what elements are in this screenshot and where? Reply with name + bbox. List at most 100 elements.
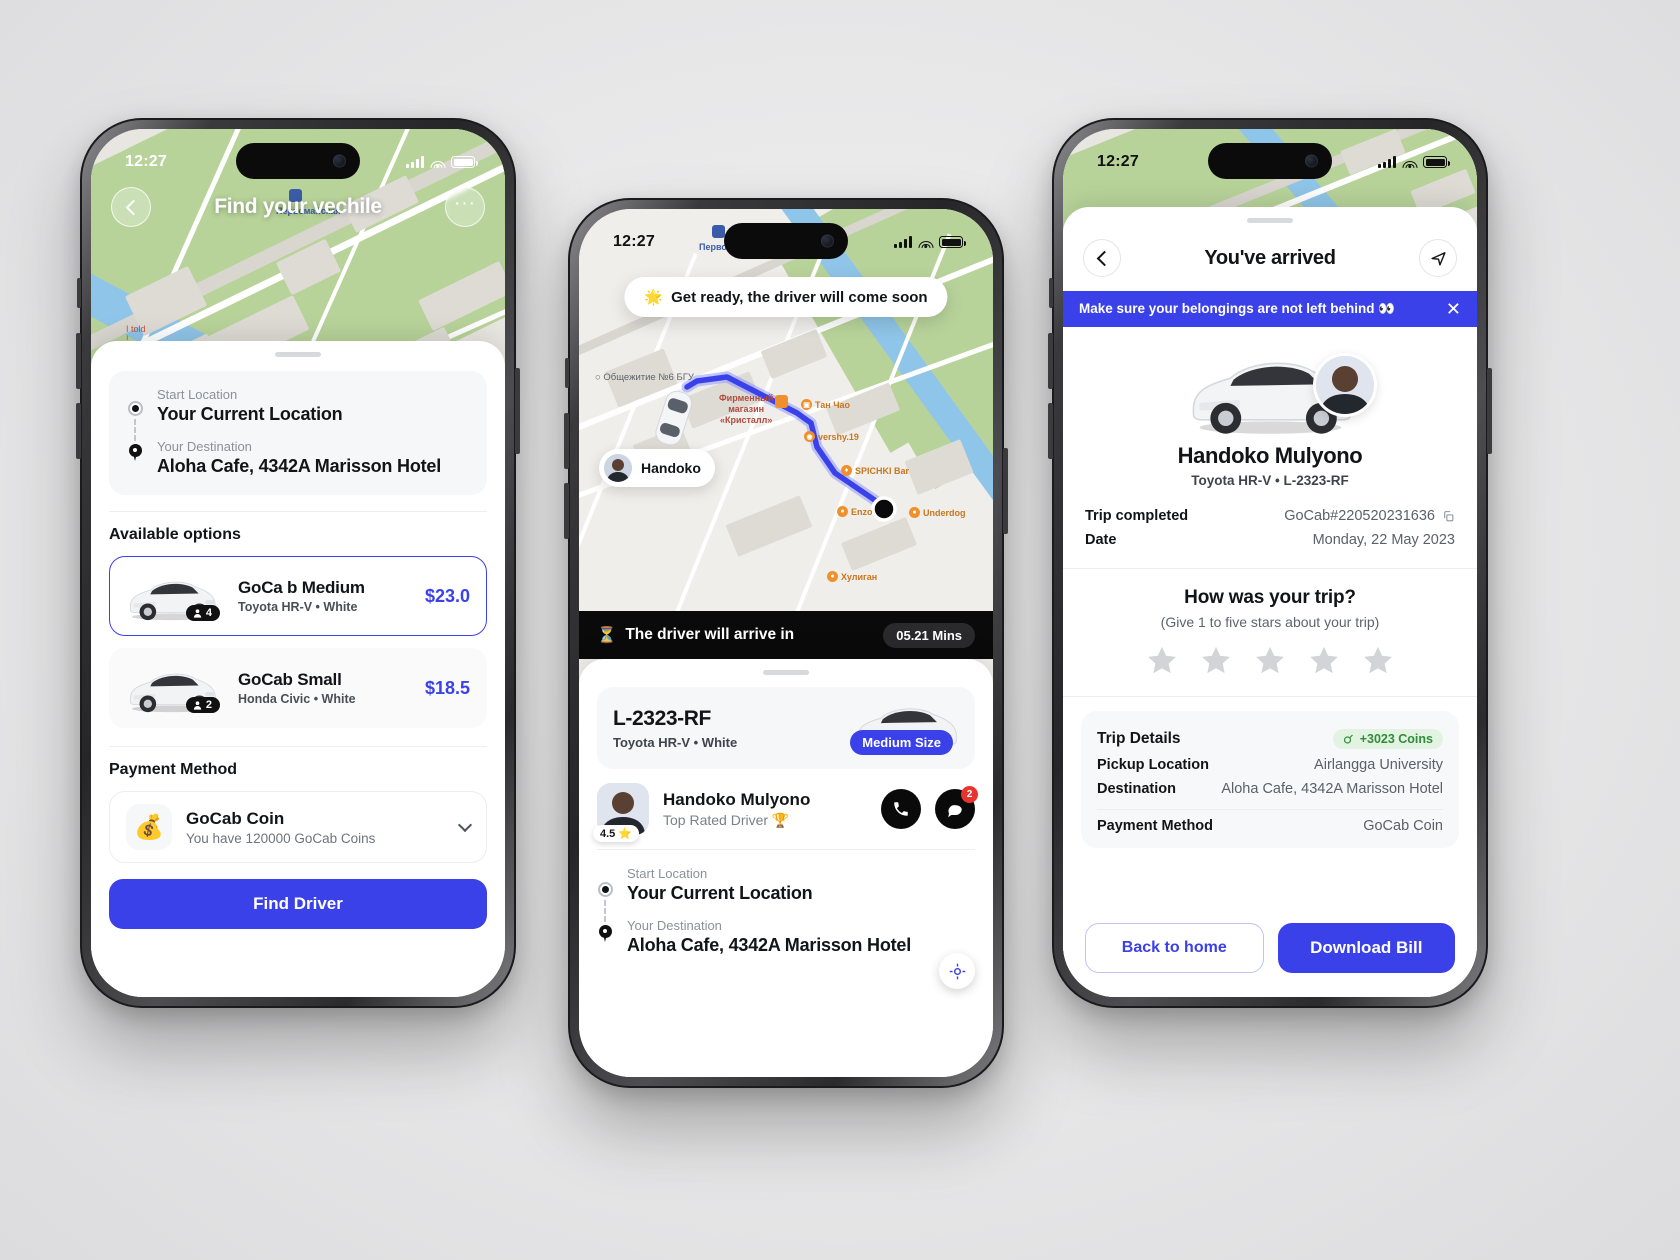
star-icon-5[interactable] xyxy=(1361,644,1395,678)
volume-down-button[interactable] xyxy=(1048,403,1053,459)
status-time: 12:27 xyxy=(125,153,167,170)
star-icon-2[interactable] xyxy=(1199,644,1233,678)
eta-text: The driver will arrive in xyxy=(625,626,795,643)
phone-trip-completed: 12:27 You've arrived Make sure your belo… xyxy=(1048,118,1492,1008)
volume-up-button[interactable] xyxy=(76,333,81,389)
front-camera-icon xyxy=(821,234,834,248)
map-poi: ● Enzo xyxy=(837,506,873,517)
map-poi-icon xyxy=(775,395,788,408)
detail-key: Destination xyxy=(1097,781,1176,797)
recenter-map-button[interactable] xyxy=(939,953,975,989)
status-time: 12:27 xyxy=(1097,153,1139,170)
mute-switch[interactable] xyxy=(565,358,569,388)
download-bill-button[interactable]: Download Bill xyxy=(1277,923,1455,973)
back-button[interactable] xyxy=(111,187,151,227)
person-icon xyxy=(193,608,202,618)
coin-icon xyxy=(1343,734,1353,744)
mute-switch[interactable] xyxy=(1049,278,1053,308)
close-icon[interactable]: ✕ xyxy=(1446,300,1461,318)
option-name: GoCa b Medium xyxy=(238,578,365,597)
star-icon-1[interactable] xyxy=(1145,644,1179,678)
map-poi: ▣ Тан Чао xyxy=(801,399,850,410)
available-options-title: Available options xyxy=(109,526,241,543)
vehicle-option-small[interactable]: 2 GoCab Small Honda Civic • White $18.5 xyxy=(109,648,487,728)
screen-find-vehicle: I told! .. Первомайская ○ Общежитие №6 Б… xyxy=(91,129,505,997)
trip-details-header: Trip Details +3023 Coins xyxy=(1097,725,1443,753)
power-button[interactable] xyxy=(515,368,520,454)
chat-unread-badge: 2 xyxy=(961,786,978,803)
vehicle-card[interactable]: L-2323-RF Toyota HR-V • White Medium Siz… xyxy=(597,687,975,769)
detail-value: Airlangga University xyxy=(1314,757,1443,773)
trip-detail-row: Destination Aloha Cafe, 4342A Marisson H… xyxy=(1097,777,1443,801)
volume-up-button[interactable] xyxy=(564,413,569,469)
avatar[interactable]: 4.5 ⭐ xyxy=(593,783,649,842)
payment-method-title: Payment Method xyxy=(109,761,238,778)
back-to-home-button[interactable]: Back to home xyxy=(1085,923,1264,973)
copy-icon[interactable] xyxy=(1442,510,1455,523)
start-point-icon xyxy=(597,882,613,897)
phone-find-vehicle: I told! .. Первомайская ○ Общежитие №6 Б… xyxy=(76,118,520,1008)
destination-label: Your Destination xyxy=(627,918,722,933)
vehicle-model: Toyota HR-V • White xyxy=(613,734,738,750)
cellular-signal-icon xyxy=(1378,156,1396,168)
belongings-banner: Make sure your belongings are not left b… xyxy=(1063,291,1477,327)
phone-icon xyxy=(894,802,908,816)
map-label: ○ Общежитие №6 БГУ xyxy=(595,372,694,383)
detail-value: GoCab Coin xyxy=(1363,818,1443,834)
page-title: You've arrived xyxy=(1204,246,1336,269)
power-button[interactable] xyxy=(1003,448,1008,534)
volume-up-button[interactable] xyxy=(1048,333,1053,389)
more-options-button[interactable]: ··· xyxy=(445,187,485,227)
front-camera-icon xyxy=(1305,154,1318,168)
rating-title: How was your trip? xyxy=(1184,587,1356,608)
driver-name-chip[interactable]: Handoko xyxy=(599,449,715,487)
find-driver-button[interactable]: Find Driver xyxy=(109,879,487,929)
dynamic-island xyxy=(236,143,360,179)
mute-switch[interactable] xyxy=(77,278,81,308)
chevron-down-icon[interactable] xyxy=(457,817,473,832)
bottom-sheet: L-2323-RF Toyota HR-V • White Medium Siz… xyxy=(579,659,993,1077)
power-button[interactable] xyxy=(1487,368,1492,454)
vehicle-option-medium[interactable]: 4 GoCa b Medium Toyota HR-V • White $23.… xyxy=(109,556,487,636)
back-button[interactable] xyxy=(1083,239,1121,277)
share-button[interactable] xyxy=(1419,239,1457,277)
start-location-value: Your Current Location xyxy=(157,404,343,424)
summary-key: Trip completed xyxy=(1085,508,1189,524)
volume-down-button[interactable] xyxy=(564,483,569,539)
vehicle-size-badge: Medium Size xyxy=(850,730,953,755)
driver-coming-toast: 🌟 Get ready, the driver will come soon xyxy=(624,277,948,317)
rating-stars[interactable] xyxy=(1085,644,1455,678)
option-price: $23.0 xyxy=(424,585,470,606)
trip-detail-row: Payment Method GoCab Coin xyxy=(1097,814,1443,838)
star-icon-4[interactable] xyxy=(1307,644,1341,678)
cellular-signal-icon xyxy=(406,156,424,168)
star-icon-3[interactable] xyxy=(1253,644,1287,678)
toast-text: Get ready, the driver will come soon xyxy=(671,288,928,306)
start-location-label: Start Location xyxy=(157,387,238,402)
driver-avatar[interactable] xyxy=(1313,353,1377,417)
destination-pin-icon xyxy=(128,444,142,462)
route-summary-card[interactable]: Start Location Your Current Location You… xyxy=(109,371,487,495)
destination-pin-icon xyxy=(598,925,612,943)
payment-method-selector[interactable]: 💰 GoCab Coin You have 120000 GoCab Coins xyxy=(109,791,487,863)
payment-name: GoCab Coin xyxy=(186,808,285,828)
call-driver-button[interactable] xyxy=(881,789,921,829)
map-poi: ● Хулиган xyxy=(827,571,877,582)
chat-driver-button[interactable]: 2 xyxy=(935,786,978,829)
volume-down-button[interactable] xyxy=(76,403,81,459)
cellular-signal-icon xyxy=(894,236,912,248)
locate-icon xyxy=(949,963,965,979)
option-subtitle: Toyota HR-V • White xyxy=(238,600,358,614)
summary-row: Date Monday, 22 May 2023 xyxy=(1085,528,1455,552)
page-title: Find your vechile xyxy=(214,195,382,218)
driver-chip-name: Handoko xyxy=(641,460,701,476)
screen-header: You've arrived xyxy=(1063,223,1477,291)
option-name: GoCab Small xyxy=(238,670,342,689)
map-poi: ◉ vershy.19 xyxy=(804,431,859,442)
avatar xyxy=(604,454,632,482)
trip-detail-row: Pickup Location Airlangga University xyxy=(1097,753,1443,777)
vehicle-hero xyxy=(1063,335,1477,443)
eta-bar: ⏳ The driver will arrive in 05.21 Mins xyxy=(579,611,993,659)
start-point-icon xyxy=(127,401,143,416)
start-location-label: Start Location xyxy=(627,866,708,881)
